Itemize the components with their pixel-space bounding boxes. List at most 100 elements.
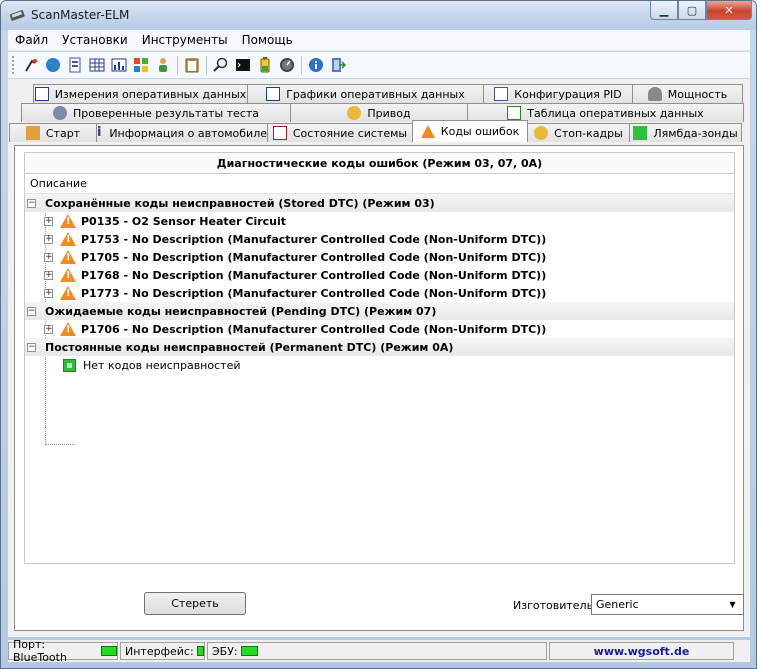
chart-icon	[111, 58, 127, 72]
ecu-led	[240, 646, 258, 656]
no-codes-item[interactable]: Нет кодов неисправностей	[25, 356, 734, 374]
info-icon	[309, 58, 323, 72]
manufacturer-select[interactable]: Generic ▼	[591, 594, 744, 615]
close-button[interactable]: ✕	[706, 1, 752, 20]
dtc-group-stored[interactable]: − Сохранённые коды неисправностей (Store…	[25, 194, 734, 212]
clear-codes-button[interactable]: Стереть	[144, 592, 246, 615]
expand-icon[interactable]: +	[44, 234, 53, 244]
dtc-tree[interactable]: Описание − Сохранённые коды неисправност…	[24, 174, 735, 564]
warning-icon	[420, 125, 435, 138]
document-icon	[494, 87, 509, 101]
exit-icon	[332, 58, 346, 72]
title-bar[interactable]: ScanMaster-ELM ▁ ▢ ✕	[1, 1, 756, 30]
menu-bar: Файл Установки Инструменты Помощь	[8, 30, 750, 51]
toolbar-search-button[interactable]	[210, 54, 232, 76]
panel-title: Диагностические коды ошибок (Режим 03, 0…	[24, 152, 735, 174]
menu-file[interactable]: Файл	[8, 33, 55, 47]
tab-freeze-frames[interactable]: Стоп-кадры	[527, 123, 630, 142]
ok-icon	[63, 358, 76, 372]
chart-icon	[266, 87, 281, 101]
tab-lambda-sensors[interactable]: Лямбда-зонды	[629, 123, 742, 142]
terminal-icon	[236, 59, 250, 71]
dtc-item[interactable]: + P1705 - No Description (Manufacturer C…	[25, 248, 734, 266]
toolbar-gauge-button[interactable]	[276, 54, 298, 76]
checklist-icon	[272, 126, 287, 140]
tab-start[interactable]: Старт	[9, 123, 97, 142]
tab-pid-config[interactable]: Конфигурация PID	[483, 84, 633, 103]
expand-icon[interactable]: +	[44, 270, 53, 280]
tab-vehicle-info[interactable]: i Информация о автомобиле	[96, 123, 268, 142]
collapse-icon[interactable]: −	[27, 306, 36, 316]
toolbar-clipboard-button[interactable]	[181, 54, 203, 76]
status-port: Порт: BlueTooth	[8, 638, 118, 664]
windows-icon	[134, 58, 148, 72]
actuator-icon	[347, 106, 362, 120]
globe-icon	[46, 58, 60, 72]
main-window: ScanMaster-ELM ▁ ▢ ✕ Файл Установки Инст…	[0, 0, 757, 669]
document-icon	[69, 57, 81, 73]
dtc-group-pending[interactable]: − Ожидаемые коды неисправностей (Pending…	[25, 302, 734, 320]
toolbar-grip[interactable]	[12, 56, 16, 74]
warning-icon	[60, 214, 76, 228]
table-icon	[507, 106, 522, 120]
toolbar-info-button[interactable]	[305, 54, 327, 76]
tab-live-data-graphs[interactable]: Графики оперативных данных	[247, 84, 484, 103]
lambda-icon	[633, 126, 648, 140]
tab-power[interactable]: Мощность	[632, 84, 743, 103]
tab-test-results[interactable]: Проверенные результаты теста	[21, 103, 291, 122]
connect-icon	[25, 59, 37, 72]
dtc-item[interactable]: + P1753 - No Description (Manufacturer C…	[25, 230, 734, 248]
tab-error-codes[interactable]: Коды ошибок	[412, 120, 528, 142]
window-title: ScanMaster-ELM	[31, 8, 130, 22]
interface-led	[196, 646, 204, 656]
toolbar-globe-button[interactable]	[42, 54, 64, 76]
expand-icon[interactable]: +	[44, 252, 53, 262]
dtc-item[interactable]: + P1773 - No Description (Manufacturer C…	[25, 284, 734, 302]
collapse-icon[interactable]: −	[27, 342, 36, 352]
maximize-icon: ▢	[686, 3, 698, 17]
client-area: Измерения оперативных данных Графики опе…	[8, 79, 750, 637]
dtc-item[interactable]: + P0135 - O2 Sensor Heater Circuit	[25, 212, 734, 230]
toolbar-connect-button[interactable]	[20, 54, 42, 76]
expand-icon[interactable]: +	[44, 216, 53, 226]
expand-icon[interactable]: +	[44, 288, 53, 298]
freeze-frame-icon	[534, 126, 549, 140]
dtc-group-permanent[interactable]: − Постоянные коды неисправностей (Perman…	[25, 338, 734, 356]
menu-tools[interactable]: Инструменты	[135, 33, 235, 47]
minimize-button[interactable]: ▁	[650, 1, 678, 20]
warning-icon	[60, 250, 76, 264]
tab-live-data-measurements[interactable]: Измерения оперативных данных	[33, 84, 248, 103]
toolbar-grid-button[interactable]	[86, 54, 108, 76]
menu-settings[interactable]: Установки	[55, 33, 135, 47]
box-icon	[25, 126, 40, 140]
warning-icon	[60, 322, 76, 336]
tab-system-status[interactable]: Состояние системы	[267, 123, 413, 142]
collapse-icon[interactable]: −	[27, 198, 36, 208]
grid-icon	[89, 58, 105, 72]
minimize-icon: ▁	[659, 3, 669, 17]
toolbar-battery-button[interactable]	[254, 54, 276, 76]
gauge-icon	[280, 58, 294, 72]
warning-icon	[60, 286, 76, 300]
dtc-item[interactable]: + P1706 - No Description (Manufacturer C…	[25, 320, 734, 338]
toolbar-chart-button[interactable]	[108, 54, 130, 76]
table-icon	[34, 87, 49, 101]
toolbar-windows-button[interactable]	[130, 54, 152, 76]
error-codes-panel: Диагностические коды ошибок (Режим 03, 0…	[14, 145, 744, 631]
manufacturer-label: Изготовитель	[513, 599, 594, 612]
toolbar-terminal-button[interactable]	[232, 54, 254, 76]
status-interface: Интерфейс:	[120, 642, 205, 660]
toolbar-exit-button[interactable]	[327, 54, 349, 76]
chevron-down-icon[interactable]: ▼	[725, 597, 740, 612]
column-description[interactable]: Описание	[25, 174, 734, 194]
dtc-item[interactable]: + P1768 - No Description (Manufacturer C…	[25, 266, 734, 284]
gear-icon	[52, 106, 67, 120]
toolbar-person-button[interactable]	[152, 54, 174, 76]
toolbar	[8, 52, 750, 78]
maximize-button[interactable]: ▢	[678, 1, 706, 20]
menu-help[interactable]: Помощь	[235, 33, 300, 47]
warning-icon	[60, 232, 76, 246]
expand-icon[interactable]: +	[44, 324, 53, 334]
website-link[interactable]: www.wgsoft.de	[549, 642, 734, 660]
toolbar-document-button[interactable]	[64, 54, 86, 76]
